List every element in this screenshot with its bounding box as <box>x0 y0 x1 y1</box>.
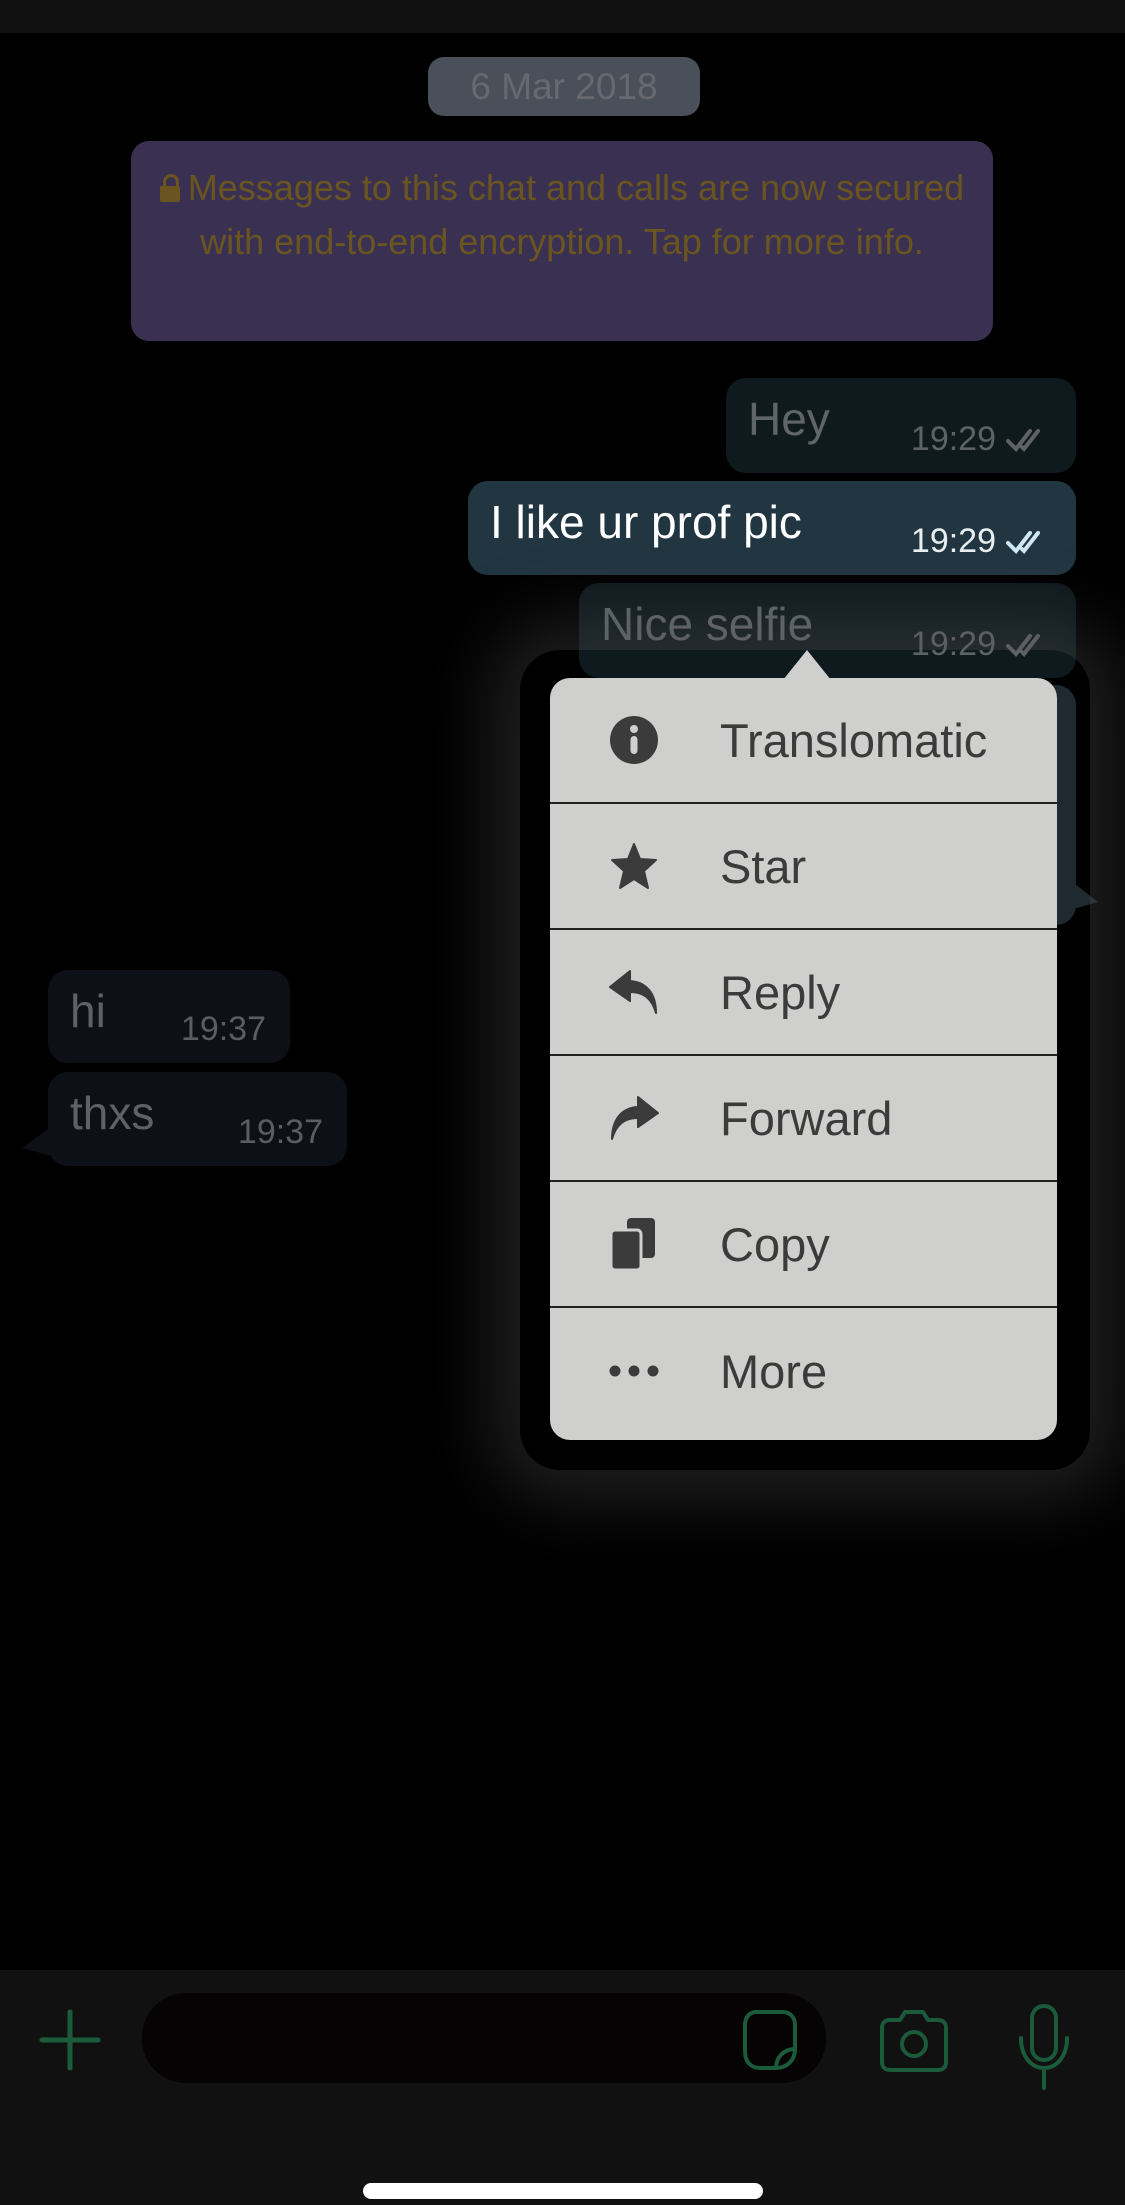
date-label: 6 Mar 2018 <box>470 65 658 107</box>
message-text: hi <box>70 985 106 1037</box>
message-text: I like ur prof pic <box>490 496 802 548</box>
menu-item-label: Star <box>720 839 807 893</box>
message-bubble-incoming[interactable]: thxs 19:37 <box>48 1072 347 1166</box>
double-check-icon <box>1006 428 1040 452</box>
encryption-notice[interactable]: Messages to this chat and calls are now … <box>131 141 993 341</box>
date-separator: 6 Mar 2018 <box>428 57 700 116</box>
menu-item-reply[interactable]: Reply <box>550 930 1057 1056</box>
sticker-button[interactable] <box>742 2009 798 2071</box>
microphone-icon <box>1019 2004 1069 2090</box>
info-icon <box>608 714 660 766</box>
menu-item-label: Forward <box>720 1091 893 1145</box>
message-time: 19:29 <box>910 522 996 560</box>
menu-item-label: Translomatic <box>720 713 988 767</box>
status-bar <box>0 0 1125 33</box>
encryption-notice-text: Messages to this chat and calls are now … <box>187 167 965 262</box>
message-text: Nice selfie <box>601 598 814 650</box>
camera-button[interactable] <box>880 2008 948 2072</box>
message-meta: 19:29 <box>911 420 1052 459</box>
message-input[interactable] <box>142 1993 826 2083</box>
star-icon <box>608 840 660 892</box>
message-meta: 19:37 <box>181 1010 266 1049</box>
more-icon <box>608 1345 660 1397</box>
message-time: 19:29 <box>910 420 996 458</box>
menu-item-more[interactable]: More <box>550 1308 1057 1434</box>
menu-item-label: More <box>720 1344 828 1398</box>
menu-item-translomatic[interactable]: Translomatic <box>550 678 1057 804</box>
message-text: thxs <box>70 1087 155 1139</box>
menu-item-star[interactable]: Star <box>550 804 1057 930</box>
plus-icon <box>39 2009 101 2071</box>
message-time: 19:37 <box>180 1010 266 1048</box>
message-bubble-selected[interactable]: I like ur prof pic 19:29 <box>468 481 1076 575</box>
camera-icon <box>880 2010 948 2072</box>
message-meta: 19:37 <box>238 1113 323 1152</box>
menu-item-label: Copy <box>720 1217 830 1271</box>
message-time: 19:37 <box>237 1113 323 1151</box>
menu-item-label: Reply <box>720 965 841 1019</box>
message-bubble-incoming[interactable]: hi 19:37 <box>48 970 290 1063</box>
microphone-button[interactable] <box>1018 2004 1070 2090</box>
attach-button[interactable] <box>38 2008 102 2072</box>
menu-item-copy[interactable]: Copy <box>550 1182 1057 1308</box>
forward-icon <box>608 1092 660 1144</box>
copy-icon <box>608 1218 660 1272</box>
menu-pointer <box>783 650 831 680</box>
reply-icon <box>608 966 660 1018</box>
message-text: Hey <box>748 393 830 445</box>
message-bubble-outgoing[interactable]: Hey 19:29 <box>726 378 1076 473</box>
sticker-icon <box>743 2010 797 2070</box>
double-check-icon <box>1006 530 1040 554</box>
menu-item-forward[interactable]: Forward <box>550 1056 1057 1182</box>
home-indicator[interactable] <box>363 2183 763 2199</box>
message-context-menu: Translomatic Star Reply Forward Copy Mor… <box>550 678 1057 1440</box>
lock-icon <box>159 174 180 202</box>
message-meta: 19:29 <box>911 522 1052 561</box>
